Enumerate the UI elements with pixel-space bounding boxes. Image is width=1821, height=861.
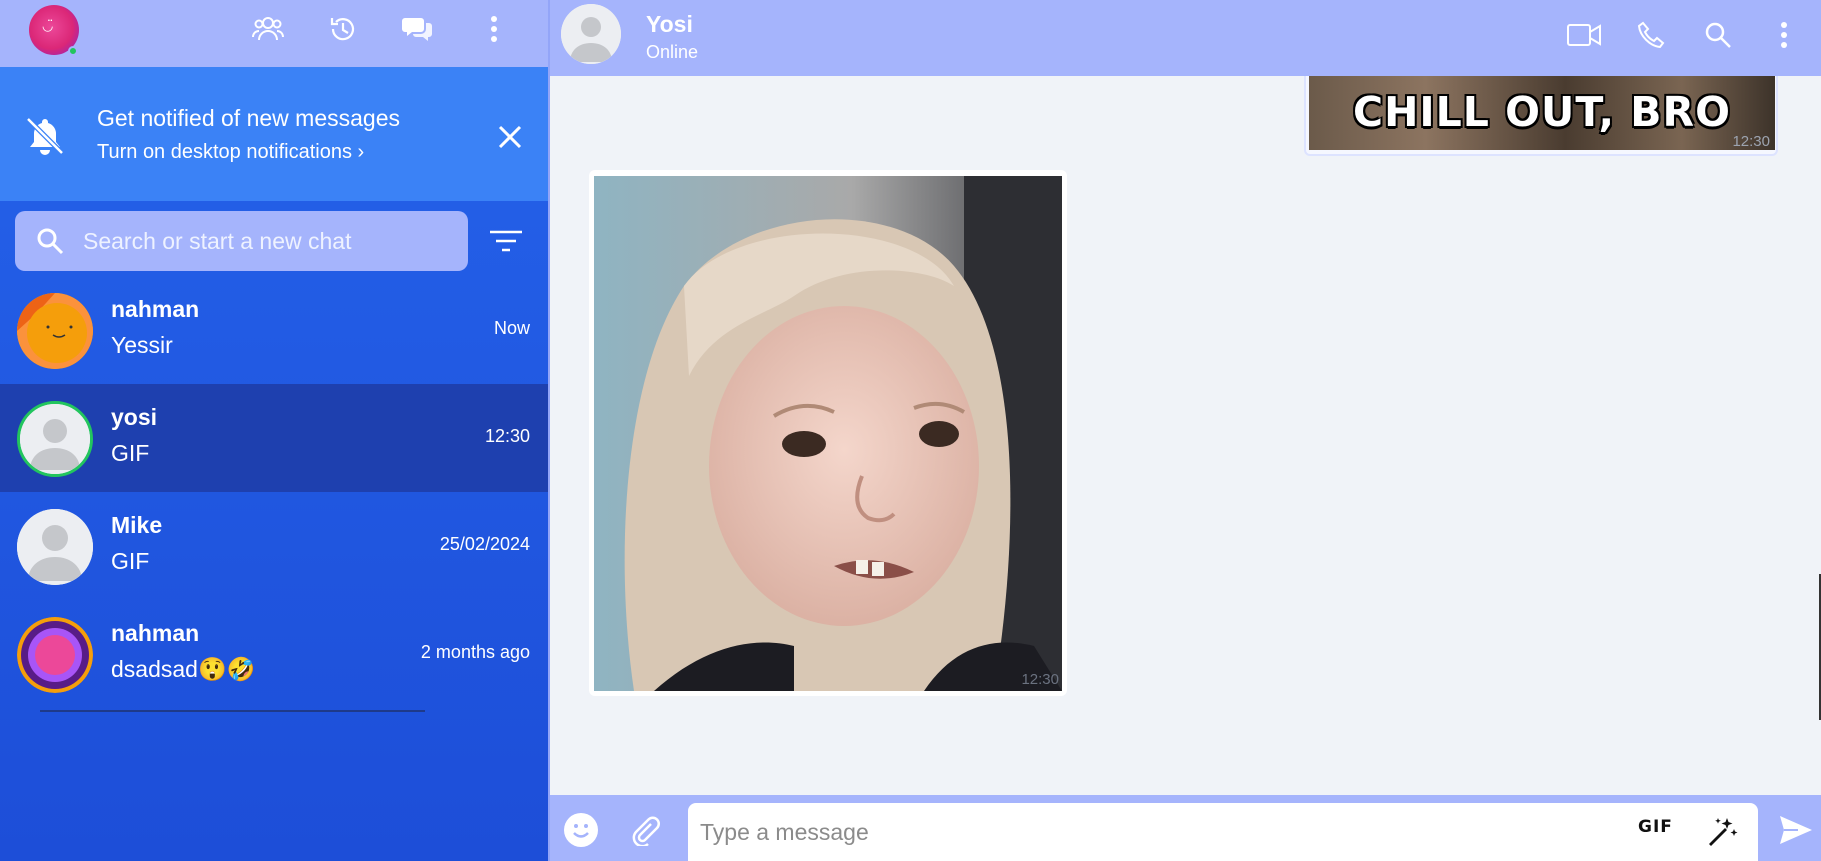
search-input[interactable]	[83, 211, 453, 271]
send-icon[interactable]	[1777, 811, 1815, 849]
chat-last-message: GIF	[111, 548, 150, 574]
sent-gif-message[interactable]: CHILL OUT, BRO 12:30	[1304, 76, 1778, 156]
filter-icon[interactable]	[487, 224, 525, 258]
avatar	[17, 509, 93, 585]
search-icon	[37, 228, 64, 255]
chat-timestamp: 25/02/2024	[439, 534, 530, 554]
bell-off-icon	[26, 117, 64, 155]
video-call-icon[interactable]	[1566, 17, 1602, 53]
chat-list-item[interactable]: Mike GIF 25/02/2024	[0, 492, 548, 600]
gif-button[interactable]: GIF	[1638, 817, 1673, 837]
contact-name[interactable]: Yosi	[646, 11, 693, 38]
avatar	[17, 401, 93, 477]
emoji-icon[interactable]	[562, 811, 600, 849]
chat-last-message: GIF	[111, 440, 150, 466]
chat-name: nahman	[111, 296, 200, 322]
notification-title: Get notified of new messages	[97, 105, 400, 131]
message-timestamp: 12:30	[1732, 133, 1770, 150]
chat-timestamp: 12:30	[484, 426, 530, 446]
received-gif-message[interactable]: 12:30	[589, 170, 1067, 696]
chat-name: Mike	[111, 512, 163, 538]
magic-wand-icon[interactable]	[1705, 814, 1739, 848]
more-vertical-icon[interactable]	[477, 12, 511, 46]
attach-icon[interactable]	[626, 811, 664, 849]
message-input-container: GIF	[688, 803, 1758, 861]
chat-list-item[interactable]: nahman Yessir Now	[0, 276, 548, 384]
avatar-face-icon: ◡̈	[42, 19, 54, 34]
chat-list-item[interactable]: yosi GIF 12:30	[0, 384, 548, 492]
conversation-header: Yosi Online	[550, 0, 1821, 76]
avatar	[17, 293, 93, 369]
close-icon[interactable]	[495, 122, 525, 152]
chat-last-message: dsadsad😲🤣	[111, 656, 256, 682]
divider	[40, 710, 425, 712]
gif-image: CHILL OUT, BRO	[1309, 76, 1775, 150]
more-vertical-icon[interactable]	[1766, 17, 1802, 53]
avatar	[17, 617, 93, 693]
search-icon[interactable]	[1700, 17, 1736, 53]
message-input[interactable]	[700, 803, 1600, 861]
message-composer: GIF	[550, 795, 1821, 861]
contact-status: Online	[646, 42, 699, 62]
search-bar	[15, 211, 468, 271]
phone-icon[interactable]	[1633, 17, 1669, 53]
chat-name: yosi	[111, 404, 158, 430]
history-icon[interactable]	[326, 12, 360, 46]
chat-sidebar: ◡̈ Get notified of new messages Turn on …	[0, 0, 548, 861]
online-indicator	[68, 46, 78, 56]
user-group-icon[interactable]	[251, 12, 285, 46]
contact-avatar[interactable]	[561, 4, 621, 64]
notification-banner: Get notified of new messages Turn on des…	[0, 67, 548, 201]
sidebar-header: ◡̈	[0, 0, 548, 67]
chat-timestamp: Now	[493, 318, 530, 338]
chat-timestamp: 2 months ago	[420, 642, 530, 662]
chat-list-item[interactable]: nahman dsadsad😲🤣 2 months ago	[0, 600, 548, 708]
gif-caption: CHILL OUT, BRO	[1353, 88, 1731, 136]
enable-notifications-link[interactable]: Turn on desktop notifications ›	[97, 141, 364, 164]
chat-name: nahman	[111, 620, 200, 646]
gif-image	[594, 176, 1062, 691]
conversation-panel: Yosi Online CHILL OUT, BRO 12:30 12:30 T…	[548, 0, 1821, 861]
chat-last-message: Yessir	[111, 332, 173, 358]
message-timestamp: 12:30	[1021, 671, 1059, 688]
chat-bubbles-icon[interactable]	[400, 12, 434, 46]
